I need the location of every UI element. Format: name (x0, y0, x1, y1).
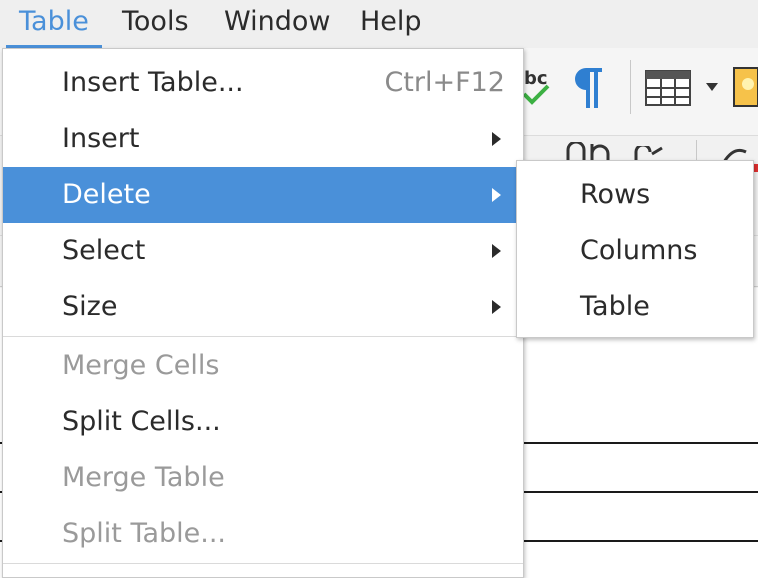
menu-help[interactable]: Help (344, 0, 438, 48)
submenu-arrow-icon (492, 188, 501, 202)
submenu-arrow-icon (492, 132, 501, 146)
menu-item-label: Insert (62, 123, 140, 154)
toolbar-separator (630, 60, 631, 114)
submenu-item-columns[interactable]: Columns (517, 223, 753, 279)
menu-separator (3, 563, 523, 564)
menu-item-label: Delete (62, 179, 151, 210)
menu-item-insert[interactable]: Insert (3, 111, 523, 167)
submenu-arrow-icon (492, 300, 501, 314)
chevron-down-icon[interactable] (706, 83, 718, 91)
menu-item-label: Insert Table... (62, 67, 244, 98)
menu-item-shortcut: Ctrl+F12 (384, 67, 505, 98)
menu-item-split-cells[interactable]: Split Cells... (3, 394, 523, 450)
menu-window[interactable]: Window (208, 0, 346, 48)
spellcheck-icon[interactable]: bc (520, 64, 554, 110)
table-menu: Insert Table... Ctrl+F12 Insert Delete S… (2, 48, 524, 578)
delete-submenu: Rows Columns Table (516, 160, 754, 338)
menu-item-merge-cells[interactable]: Merge Cells (3, 338, 523, 394)
menu-item-label: Size (62, 291, 118, 322)
submenu-item-label: Table (580, 291, 650, 322)
menu-item-merge-table[interactable]: Merge Table (3, 450, 523, 506)
submenu-item-label: Columns (580, 235, 698, 266)
submenu-arrow-icon (492, 244, 501, 258)
submenu-item-label: Rows (580, 179, 651, 210)
menu-item-label: Split Cells... (62, 406, 221, 437)
text-style-icon[interactable] (566, 142, 612, 162)
menu-separator (3, 336, 523, 337)
menu-tools[interactable]: Tools (106, 0, 205, 48)
submenu-item-table[interactable]: Table (517, 279, 753, 335)
menu-item-label: Merge Table (62, 462, 225, 493)
menu-item-label: Split Table... (62, 518, 227, 549)
menu-item-size[interactable]: Size (3, 279, 523, 335)
menu-item-delete[interactable]: Delete (3, 167, 523, 223)
menu-item-label: Merge Cells (62, 350, 220, 381)
menu-item-label: Select (62, 235, 146, 266)
submenu-item-rows[interactable]: Rows (517, 167, 753, 223)
table-icon[interactable] (645, 70, 691, 106)
menu-item-select[interactable]: Select (3, 223, 523, 279)
menu-item-split-table[interactable]: Split Table... (3, 506, 523, 562)
menu-item-insert-table[interactable]: Insert Table... Ctrl+F12 (3, 55, 523, 111)
menu-bar: Table Tools Window Help (0, 0, 758, 48)
image-icon[interactable] (732, 66, 758, 108)
menu-table[interactable]: Table (3, 0, 105, 48)
pilcrow-icon[interactable] (572, 64, 608, 112)
svg-text:bc: bc (524, 68, 548, 89)
